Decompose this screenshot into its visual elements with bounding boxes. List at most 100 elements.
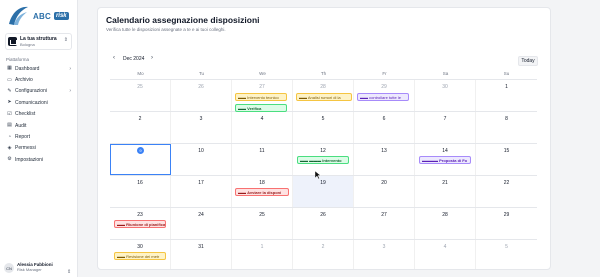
sidebar-item-impostazioni[interactable]: ⚙ Impostazioni — [4, 154, 74, 165]
calendar-day[interactable]: 16 — [110, 176, 171, 207]
day-number: 18 — [259, 180, 265, 186]
calendar-day[interactable]: 11 — [232, 144, 293, 175]
sidebar-item-audit[interactable]: ▤ Audit — [4, 120, 74, 131]
archive-icon: ▭ — [7, 76, 12, 83]
calendar-day[interactable]: 23 ▬▬ Riunione di pianifica — [110, 208, 171, 239]
day-number: 4 — [260, 116, 264, 122]
day-number: 29 — [381, 84, 387, 90]
calendar-day[interactable]: 25 — [232, 208, 293, 239]
calendar-card: Calendario assegnazione disposizioni Ver… — [97, 7, 551, 270]
calendar-day[interactable]: 13 — [354, 144, 415, 175]
calendar-day[interactable]: 25 — [110, 80, 171, 111]
calendar-day[interactable]: 28 — [415, 208, 476, 239]
calendar-event[interactable]: ▬▬ controllare tutte le — [357, 93, 409, 101]
sidebar-item-label: Comunicazioni — [15, 99, 48, 106]
sidebar-item-checklist[interactable]: ☑ Checklist — [4, 109, 74, 120]
sidebar-item-report[interactable]: ◔ Report — [4, 131, 74, 142]
event-time: ▬▬▬▬ — [422, 158, 440, 163]
calendar-day[interactable]: 6 — [354, 112, 415, 143]
event-title: Revisione dei metr — [126, 254, 160, 259]
day-number: 28 — [320, 84, 326, 90]
app-logo[interactable]: ABC risk — [6, 4, 69, 28]
calendar-day[interactable]: 7 — [415, 112, 476, 143]
sidebar-item-label: Permessi — [15, 145, 36, 152]
calendar-day[interactable]: 22 — [476, 176, 537, 207]
next-month-button[interactable]: › — [151, 55, 153, 61]
calendar-day[interactable]: 26 — [171, 80, 232, 111]
chevron-updown-icon[interactable]: ⇕ — [67, 269, 71, 275]
day-number: 12 — [320, 148, 326, 154]
day-number: 2 — [138, 116, 142, 122]
calendar-day[interactable]: 18 ▬▬ Avviare la disponi — [232, 176, 293, 207]
calendar-day[interactable]: 26 — [293, 208, 354, 239]
calendar-day[interactable]: 1 — [232, 240, 293, 269]
calendar-day[interactable]: 1 — [476, 80, 537, 111]
calendar-day[interactable]: 17 — [171, 176, 232, 207]
chevron-right-icon: › — [69, 88, 71, 95]
calendar-day[interactable]: 15 — [476, 144, 537, 175]
calendar-day[interactable]: 2 — [110, 112, 171, 143]
weekday-label: Su — [503, 71, 510, 76]
sidebar-item-comunicazioni[interactable]: ➤ Comunicazioni — [4, 97, 74, 108]
calendar-event[interactable]: ▬▬▬▬ Proposta di Fo — [419, 156, 471, 164]
calendar-day[interactable]: 12 ▬▬ ▬▬▬ Intervento — [293, 144, 354, 175]
avatar: CN — [4, 263, 14, 273]
user-menu[interactable]: CN Alessia Fabbioni Risk Manager — [4, 262, 53, 273]
sidebar-item-dashboard[interactable]: ▦ Dashboard › — [4, 63, 74, 74]
sidebar-item-configurazioni[interactable]: ✎ Configurazioni › — [4, 86, 74, 97]
calendar-day[interactable]: 4 — [415, 240, 476, 269]
today-button[interactable]: Today — [518, 56, 538, 66]
user-role: Risk Manager — [17, 267, 42, 273]
calendar-day[interactable]: 30 — [415, 80, 476, 111]
chevron-updown-icon: ⇕ — [63, 37, 68, 43]
page-title: Calendario assegnazione disposizioni — [106, 15, 260, 25]
sidebar-item-permessi[interactable]: ◈ Permessi — [4, 143, 74, 154]
calendar-day[interactable]: 3 — [354, 240, 415, 269]
calendar-grid: Mo Tu We Th Fr Sa Su 25 26 27 ▬▬ Interve… — [110, 67, 537, 269]
day-number: 23 — [137, 212, 143, 218]
structure-selector[interactable]: La tua struttura Bologna ⇕ — [5, 33, 72, 50]
calendar-event[interactable]: ▬▬ Riunione di pianifica — [114, 220, 166, 228]
calendar-day[interactable]: 14 ▬▬▬▬ Proposta di Fo — [415, 144, 476, 175]
calendar-day[interactable]: 5 — [476, 240, 537, 269]
event-time: ▬▬ ▬▬▬ — [300, 158, 323, 163]
shield-icon: ◈ — [7, 144, 12, 151]
calendar-event[interactable]: ▬▬ Intervento tecnico — [235, 93, 287, 101]
calendar-event[interactable]: ▬▬ Analisi rumori di la — [296, 93, 352, 101]
calendar-day-selected[interactable]: 9 — [110, 144, 171, 175]
calendar-day[interactable]: 27 ▬▬ Intervento tecnico ▬▬ Verifica — [232, 80, 293, 112]
calendar-event[interactable]: ▬▬ Avviare la disponi — [235, 188, 289, 196]
weekday-label: Th — [320, 71, 327, 76]
calendar-day[interactable]: 29 ▬▬ controllare tutte le — [354, 80, 415, 111]
event-title: Intervento — [322, 158, 342, 163]
event-title: Intervento tecnico — [247, 95, 279, 100]
sidebar-item-archivio[interactable]: ▭ Archivio — [4, 74, 74, 85]
event-time: ▬▬ — [117, 222, 127, 227]
day-number: 21 — [442, 180, 448, 186]
calendar-day[interactable]: 29 — [476, 208, 537, 239]
day-number: 29 — [503, 212, 510, 218]
prev-month-button[interactable]: ‹ — [113, 55, 115, 61]
calendar-day[interactable]: 8 — [476, 112, 537, 143]
calendar-event[interactable]: ▬▬ Verifica — [235, 104, 287, 112]
day-number: 24 — [198, 212, 204, 218]
sidebar-item-label: Report — [15, 134, 31, 141]
gear-icon: ⚙ — [7, 156, 12, 163]
calendar-day[interactable]: 20 — [354, 176, 415, 207]
calendar-day[interactable]: 24 — [171, 208, 232, 239]
calendar-day-hovered[interactable]: 19 — [293, 176, 354, 207]
calendar-day[interactable]: 5 — [293, 112, 354, 143]
calendar-day[interactable]: 4 — [232, 112, 293, 143]
calendar-day[interactable]: 30 ▬▬ Revisione dei metr — [110, 240, 171, 269]
calendar-day[interactable]: 10 — [171, 144, 232, 175]
calendar-day[interactable]: 28 ▬▬ Analisi rumori di la — [293, 80, 354, 111]
calendar-day[interactable]: 21 — [415, 176, 476, 207]
calendar-event[interactable]: ▬▬ Revisione dei metr — [114, 252, 166, 260]
calendar-day[interactable]: 2 — [293, 240, 354, 269]
calendar-event[interactable]: ▬▬ ▬▬▬ Intervento — [297, 156, 349, 164]
send-icon: ➤ — [7, 99, 12, 106]
calendar-day[interactable]: 27 — [354, 208, 415, 239]
calendar-day[interactable]: 3 — [171, 112, 232, 143]
calendar-day[interactable]: 31 — [171, 240, 232, 269]
day-number: 30 — [442, 84, 448, 90]
